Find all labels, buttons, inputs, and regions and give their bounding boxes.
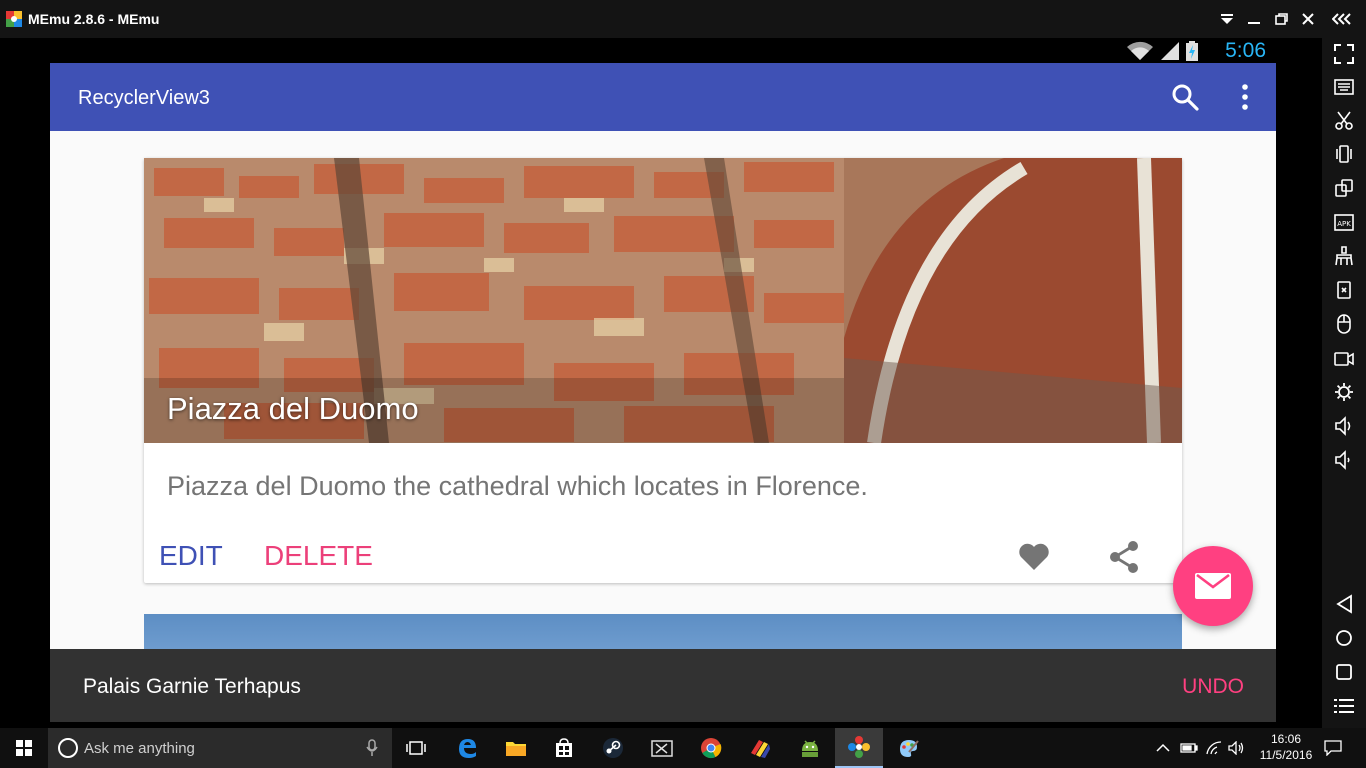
- dropdown-icon[interactable]: [1216, 8, 1238, 30]
- search-placeholder: Ask me anything: [84, 740, 195, 757]
- clock-date: 11/5/2016: [1259, 748, 1313, 762]
- file-explorer-icon[interactable]: [492, 728, 540, 768]
- app-title: RecyclerView3: [78, 87, 210, 109]
- cortana-search[interactable]: Ask me anything: [48, 728, 392, 768]
- battery-tray[interactable]: [1180, 728, 1198, 768]
- windows-start-icon[interactable]: [0, 728, 48, 768]
- menu-list-icon[interactable]: [1332, 694, 1356, 718]
- screen: MEmu 2.8.6 - MEmu 5:06 RecyclerView3 Pia…: [0, 0, 1366, 768]
- scissors-icon[interactable]: [1332, 109, 1356, 133]
- settings-icon[interactable]: [1332, 380, 1356, 404]
- card-description: Piazza del Duomo the cathedral which loc…: [167, 471, 868, 501]
- action-center[interactable]: [1324, 728, 1342, 768]
- store-icon[interactable]: [540, 728, 588, 768]
- rotate-icon[interactable]: [1332, 176, 1356, 200]
- share-icon[interactable]: [1106, 539, 1142, 575]
- edit-button[interactable]: EDIT: [159, 540, 223, 572]
- memu-taskbar-icon[interactable]: [835, 728, 883, 768]
- clock-time: 16:06: [1270, 732, 1302, 746]
- battery-tray-icon: [1180, 743, 1198, 753]
- card-image: Piazza del Duomo: [144, 158, 1182, 443]
- recycler-view[interactable]: Piazza del Duomo Piazza del Duomo the ca…: [50, 131, 1276, 649]
- window-titlebar: MEmu 2.8.6 - MEmu: [0, 0, 1366, 38]
- snackbar: Palais Garnie Terhapus UNDO: [50, 649, 1276, 722]
- more-vert-icon[interactable]: [1229, 81, 1261, 113]
- memu-logo-icon: [6, 11, 22, 27]
- email-icon: [1195, 573, 1231, 599]
- close-icon[interactable]: [1297, 8, 1319, 30]
- volume-up-icon[interactable]: [1332, 414, 1356, 438]
- signal-icon: [1161, 42, 1179, 60]
- share-file-icon[interactable]: [1332, 278, 1356, 302]
- chevron-up-icon[interactable]: [1156, 743, 1170, 753]
- window-title: MEmu 2.8.6 - MEmu: [28, 11, 160, 27]
- edge-icon[interactable]: [443, 728, 491, 768]
- fullscreen-icon[interactable]: [1332, 42, 1356, 66]
- android-status-bar: 5:06: [50, 38, 1276, 63]
- snackbar-text: Palais Garnie Terhapus: [83, 675, 301, 698]
- card-item[interactable]: Piazza del Duomo Piazza del Duomo the ca…: [144, 158, 1182, 583]
- system-tray: [1156, 728, 1170, 768]
- chrome-icon[interactable]: [687, 728, 735, 768]
- wifi-tray[interactable]: [1206, 728, 1222, 768]
- shake-icon[interactable]: [1332, 142, 1356, 166]
- svg-text:APK: APK: [1337, 220, 1351, 228]
- notification-icon: [1324, 740, 1342, 756]
- wifi-tray-icon: [1206, 741, 1222, 755]
- snipping-tool-icon[interactable]: [638, 728, 686, 768]
- back-icon[interactable]: [1332, 592, 1356, 616]
- cortana-icon: [58, 738, 78, 758]
- microphone-icon[interactable]: [366, 739, 378, 757]
- paint-icon[interactable]: [884, 728, 932, 768]
- emulator-sidebar: APK: [1322, 38, 1366, 728]
- volume-down-icon[interactable]: [1332, 448, 1356, 472]
- record-icon[interactable]: [1332, 346, 1356, 370]
- broom-icon[interactable]: [1332, 244, 1356, 268]
- status-icons: [1126, 39, 1198, 61]
- android-studio-icon[interactable]: [786, 728, 834, 768]
- collapse-icon[interactable]: [1331, 8, 1353, 30]
- home-icon[interactable]: [1332, 626, 1356, 650]
- apk-icon[interactable]: APK: [1332, 210, 1356, 234]
- restore-icon[interactable]: [1270, 8, 1292, 30]
- battery-icon: [1186, 41, 1198, 61]
- windows-taskbar: Ask me anything 16:06 11/5/2016: [0, 728, 1366, 768]
- system-clock[interactable]: 16:06 11/5/2016: [1256, 731, 1316, 763]
- mouse-icon[interactable]: [1332, 312, 1356, 336]
- status-clock: 5:06: [1225, 39, 1266, 62]
- volume-tray[interactable]: [1228, 728, 1246, 768]
- recents-icon[interactable]: [1332, 660, 1356, 684]
- email-fab[interactable]: [1173, 546, 1253, 626]
- app-toolbar: RecyclerView3: [50, 63, 1276, 131]
- steam-icon[interactable]: [589, 728, 637, 768]
- card-image-title: Piazza del Duomo: [167, 391, 419, 426]
- minimize-icon[interactable]: [1243, 8, 1265, 30]
- search-icon[interactable]: [1169, 81, 1201, 113]
- delete-button[interactable]: DELETE: [264, 540, 373, 572]
- keyboard-icon[interactable]: [1332, 75, 1356, 99]
- undo-button[interactable]: UNDO: [1182, 675, 1244, 699]
- favorite-icon[interactable]: [1016, 539, 1052, 575]
- speaker-icon: [1228, 741, 1244, 755]
- task-view-icon[interactable]: [392, 728, 440, 768]
- card-item-next[interactable]: [144, 614, 1182, 649]
- winrar-icon[interactable]: [736, 728, 784, 768]
- wifi-icon: [1127, 41, 1153, 60]
